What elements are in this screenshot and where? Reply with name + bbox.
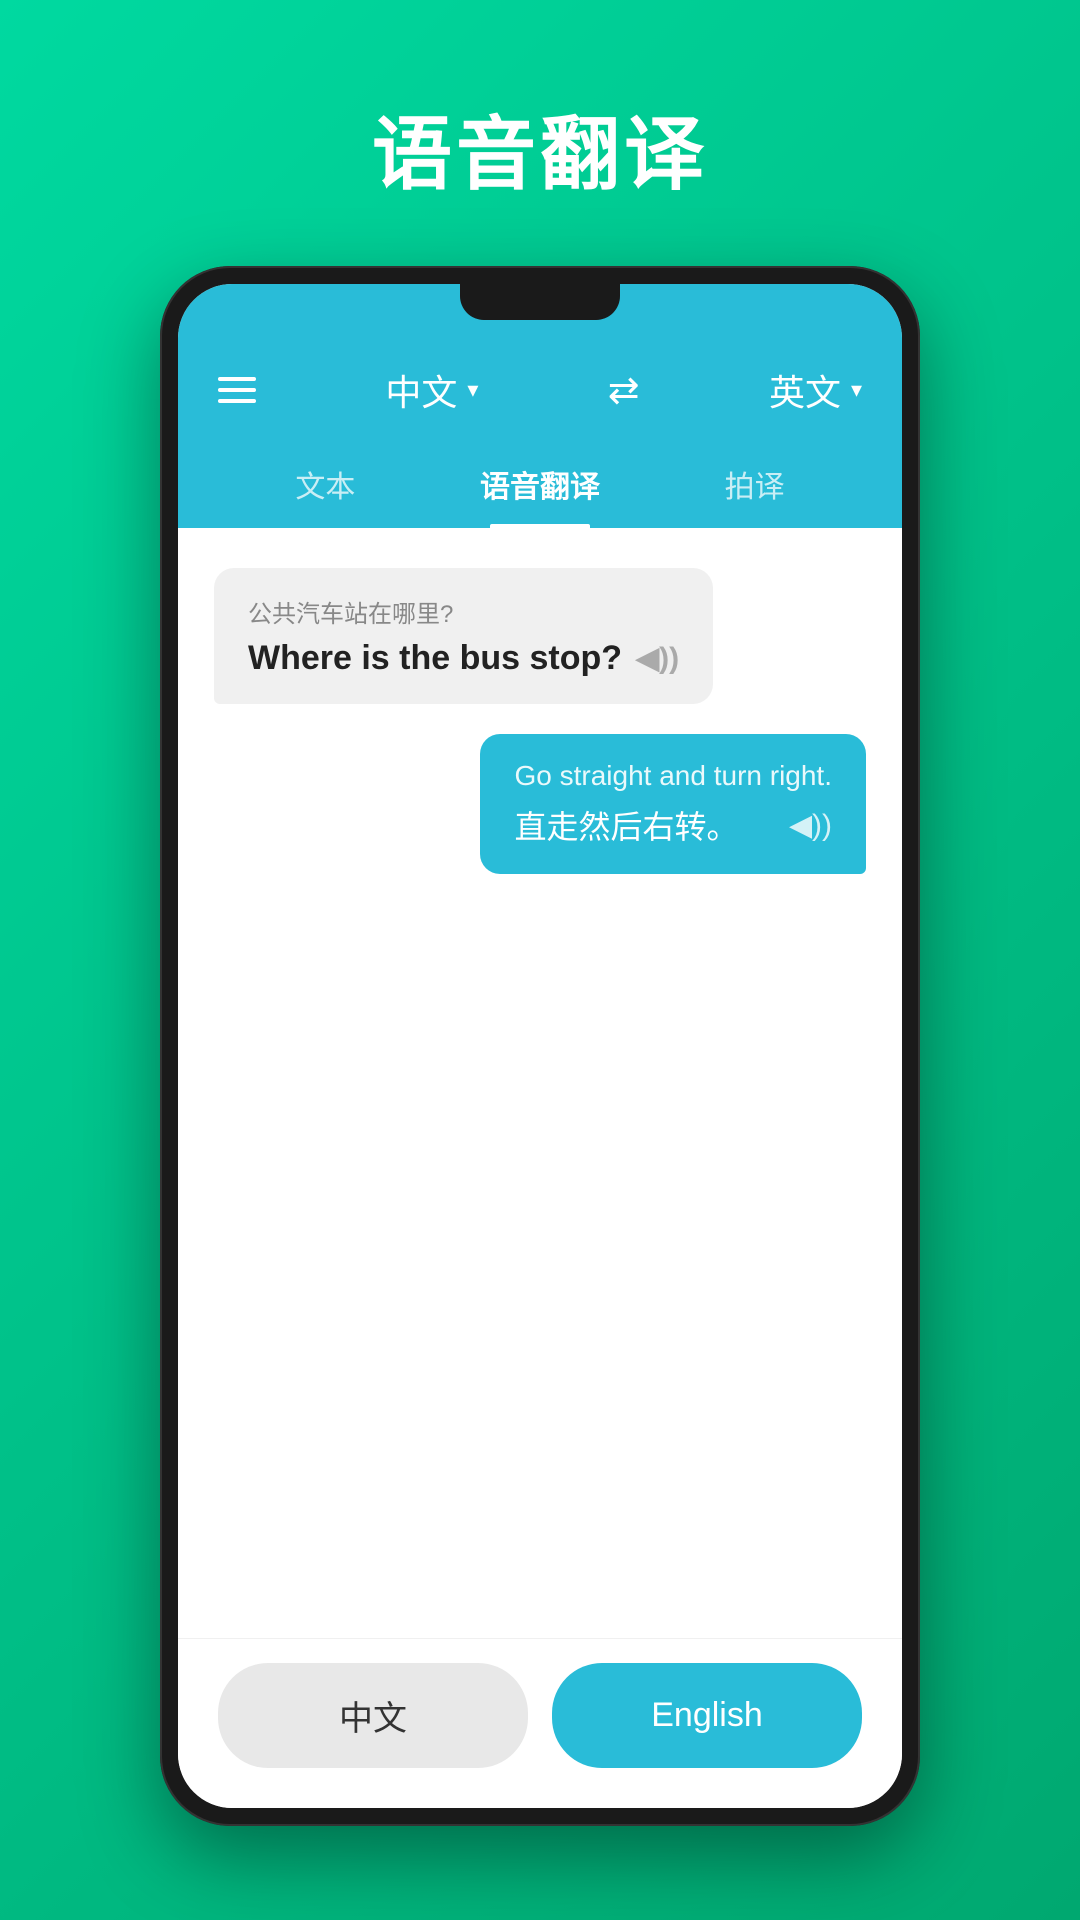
source-lang-chevron-icon: ▾ — [467, 377, 478, 403]
message-bubble-left: 公共汽车站在哪里? Where is the bus stop? ◀)) — [214, 568, 713, 704]
source-language-selector[interactable]: 中文 ▾ — [385, 364, 478, 416]
tabs-row: 文本 语音翻译 拍译 — [218, 444, 862, 528]
sound-play-icon-right[interactable]: ◀)) — [789, 808, 832, 843]
english-input-button[interactable]: English — [552, 1663, 862, 1768]
swap-languages-button[interactable]: ⇄ — [608, 368, 640, 413]
phone-frame: 中文 ▾ ⇄ 英文 ▾ 文本 语音翻译 拍译 — [160, 266, 920, 1826]
app-header: 中文 ▾ ⇄ 英文 ▾ 文本 语音翻译 拍译 — [178, 284, 902, 528]
target-lang-chevron-icon: ▾ — [851, 377, 862, 403]
sound-play-icon-left[interactable]: ◀)) — [636, 641, 679, 676]
source-lang-label: 中文 — [385, 364, 457, 416]
bottom-bar: 中文 English — [178, 1638, 902, 1808]
message-translated-right: 直走然后右转。 ◀)) — [514, 802, 832, 848]
tab-voice[interactable]: 语音翻译 — [433, 444, 648, 528]
phone-notch — [460, 284, 620, 320]
target-language-selector[interactable]: 英文 ▾ — [769, 364, 862, 416]
message-original-left: 公共汽车站在哪里? — [248, 594, 679, 629]
message-original-right: Go straight and turn right. — [514, 760, 832, 792]
page-title-text: 语音翻译 — [372, 90, 708, 206]
target-lang-label: 英文 — [769, 364, 841, 416]
phone-screen: 中文 ▾ ⇄ 英文 ▾ 文本 语音翻译 拍译 — [178, 284, 902, 1808]
chinese-input-button[interactable]: 中文 — [218, 1663, 528, 1768]
chat-area: 公共汽车站在哪里? Where is the bus stop? ◀)) Go … — [178, 528, 902, 1638]
message-bubble-right: Go straight and turn right. 直走然后右转。 ◀)) — [480, 734, 866, 874]
tab-text[interactable]: 文本 — [218, 444, 433, 528]
message-translated-left: Where is the bus stop? ◀)) — [248, 639, 679, 678]
tab-photo[interactable]: 拍译 — [647, 444, 862, 528]
hamburger-menu-button[interactable] — [218, 377, 256, 403]
